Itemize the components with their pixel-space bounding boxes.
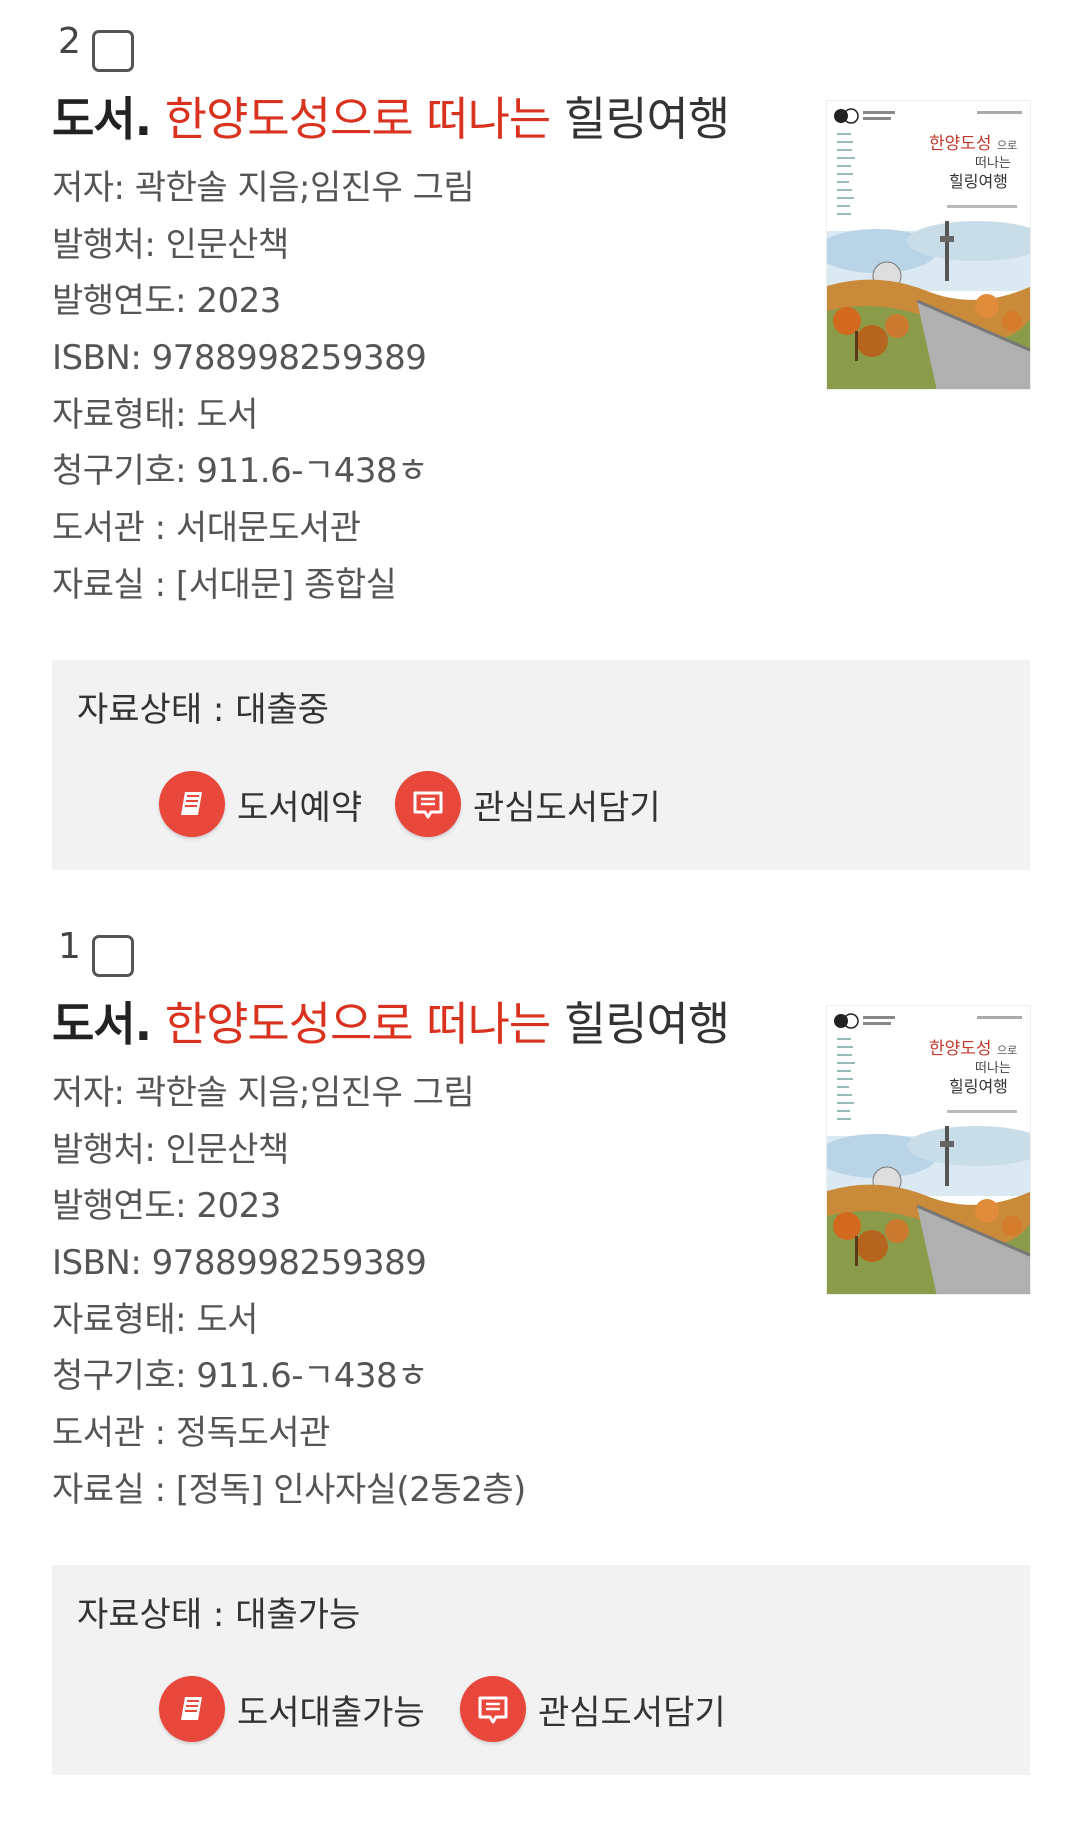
book-icon [159,771,225,837]
meta-publisher: 발행처: 인문산책 [52,1129,289,1170]
meta-year: 발행연도: 2023 [52,1186,281,1227]
meta-format: 자료형태: 도서 [52,394,258,435]
title-highlight: 한양도성으로 떠나는 [164,997,552,1051]
meta-call-number: 청구기호: 911.6-ㄱ438ㅎ [52,451,428,492]
wishlist-label: 관심도서담기 [538,1692,726,1733]
wishlist-label: 관심도서담기 [473,787,661,828]
cover-title-3: 힐링여행 [949,172,1008,191]
book-cover-image[interactable]: 한양도성 으로 떠나는 힐링여행 [826,1005,1031,1295]
meta-author: 저자: 곽한솔 지음;임진우 그림 [52,1073,475,1113]
result-index: 2 [58,21,81,62]
book-title[interactable]: 도서. 한양도성으로 떠나는 힐링여행 [52,90,730,148]
cover-title-1b: 으로 [997,1044,1017,1057]
loan-available-label: 도서대출가능 [237,1692,425,1733]
add-wishlist-button[interactable]: 관심도서담기 [395,768,661,840]
book-meta: 저자: 곽한솔 지음;임진우 그림 발행처: 인문산책 발행연도: 2023 I… [52,160,475,614]
meta-year: 발행연도: 2023 [52,281,281,322]
material-kind: 도서. [52,92,152,146]
reserve-button[interactable]: 도서예약 [159,768,362,840]
cover-title-1: 한양도성 [929,134,992,154]
select-checkbox[interactable] [92,30,134,72]
add-wishlist-button[interactable]: 관심도서담기 [460,1673,726,1745]
result-index: 1 [58,926,81,967]
book-title[interactable]: 도서. 한양도성으로 떠나는 힐링여행 [52,995,730,1053]
cover-title-2: 떠나는 [975,156,1011,171]
loan-status: 자료상태 : 대출가능 [77,1595,361,1635]
meta-publisher: 발행처: 인문산책 [52,224,289,265]
title-highlight: 한양도성으로 떠나는 [164,92,552,146]
meta-call-number: 청구기호: 911.6-ㄱ438ㅎ [52,1356,428,1397]
loan-status: 자료상태 : 대출중 [77,690,330,730]
cover-title-1b: 으로 [997,139,1017,152]
loan-status-panel: 자료상태 : 대출중 도서예약 관심도서담기 [52,660,1030,870]
bookmark-list-icon [460,1676,526,1742]
book-cover-image[interactable]: 한양도성 으로 떠나는 힐링여행 [826,100,1031,390]
reserve-label: 도서예약 [237,787,363,828]
cover-title-1: 한양도성 [929,1039,992,1059]
material-kind: 도서. [52,997,152,1051]
select-checkbox[interactable] [92,935,134,977]
meta-isbn: ISBN: 9788998259389 [52,1243,427,1284]
loan-status-panel: 자료상태 : 대출가능 도서대출가능 관심도서담기 [52,1565,1030,1775]
meta-library: 도서관 : 정독도서관 [52,1413,330,1454]
meta-author: 저자: 곽한솔 지음;임진우 그림 [52,168,475,208]
meta-library: 도서관 : 서대문도서관 [52,508,361,549]
bookmark-list-icon [395,771,461,837]
meta-format: 자료형태: 도서 [52,1299,258,1340]
loan-available-button[interactable]: 도서대출가능 [159,1673,425,1745]
meta-room: 자료실 : [정독] 인사자실(2동2층) [52,1469,526,1510]
meta-isbn: ISBN: 9788998259389 [52,338,427,379]
title-rest: 힐링여행 [563,997,730,1051]
meta-room: 자료실 : [서대문] 종합실 [52,564,397,605]
title-rest: 힐링여행 [563,92,730,146]
book-icon [159,1676,225,1742]
book-meta: 저자: 곽한솔 지음;임진우 그림 발행처: 인문산책 발행연도: 2023 I… [52,1065,526,1519]
cover-title-3: 힐링여행 [949,1077,1008,1096]
cover-title-2: 떠나는 [975,1061,1011,1076]
